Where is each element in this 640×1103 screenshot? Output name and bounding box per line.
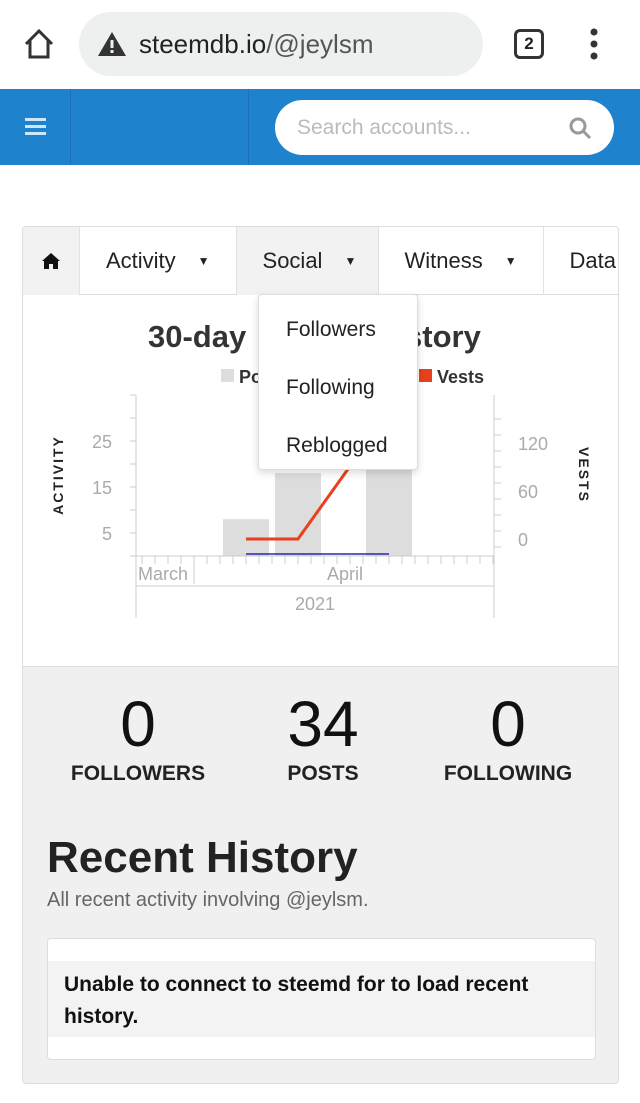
- search-input[interactable]: Search accounts...: [275, 100, 614, 155]
- stat-followers[interactable]: 0 FOLLOWERS: [48, 692, 228, 786]
- y-axis-label: ACTIVITY: [50, 435, 66, 515]
- chart-title-left: 30-day: [148, 319, 247, 354]
- stat-value: 34: [287, 688, 359, 760]
- url-domain: steemdb.io: [139, 28, 267, 59]
- menu-social[interactable]: Social ▼: [236, 227, 379, 295]
- stat-label: FOLLOWERS: [70, 762, 206, 785]
- menu-witness[interactable]: Witness ▼: [379, 227, 544, 295]
- search-placeholder: Search accounts...: [297, 115, 471, 139]
- browser-toolbar: steemdb.io/@jeylsm 2: [0, 0, 640, 88]
- url-bar[interactable]: steemdb.io/@jeylsm: [79, 12, 483, 76]
- caret-down-icon: ▼: [197, 254, 210, 268]
- caret-down-icon: ▼: [344, 254, 357, 268]
- x-month-label: April: [327, 564, 363, 584]
- x-month-label: March: [138, 564, 188, 584]
- stat-label: POSTS: [287, 762, 359, 785]
- y-tick-label: 25: [92, 432, 112, 452]
- dropdown-item-followers[interactable]: Followers: [259, 301, 417, 359]
- y-tick-label: 15: [92, 478, 112, 498]
- menu-activity[interactable]: Activity ▼: [80, 227, 237, 295]
- social-dropdown: Followers Following Reblogged: [258, 294, 418, 470]
- menu-data[interactable]: Data: [544, 227, 618, 295]
- home-icon: [41, 253, 60, 269]
- caret-down-icon: ▼: [504, 254, 517, 268]
- warning-icon[interactable]: [97, 31, 127, 57]
- dropdown-item-reblogged[interactable]: Reblogged: [259, 417, 417, 475]
- stat-posts[interactable]: 34 POSTS: [233, 692, 413, 786]
- account-menu: Activity ▼ Social ▼ Witness ▼ Data: [23, 227, 618, 295]
- y-tick-label: 5: [102, 524, 112, 544]
- recent-history-subtitle: All recent activity involving @jeylsm.: [47, 889, 369, 911]
- menu-label: Activity: [105, 248, 176, 273]
- menu-label: Witness: [404, 248, 483, 273]
- stats-row: 0 FOLLOWERS 34 POSTS 0 FOLLOWING: [48, 692, 598, 786]
- stat-value: 0: [120, 688, 156, 760]
- y2-tick-label: 60: [518, 482, 538, 502]
- search-icon[interactable]: [568, 116, 592, 140]
- recent-history-title: Recent History: [47, 833, 358, 882]
- y2-axis-label: VESTS: [576, 447, 592, 503]
- menu-label: Social: [262, 248, 323, 273]
- y2-tick-label: 0: [518, 530, 528, 550]
- recent-history-panel: Unable to connect to steemd for to load …: [47, 938, 596, 1060]
- more-options-icon[interactable]: [588, 28, 600, 60]
- hamburger-menu-icon[interactable]: [25, 118, 46, 136]
- error-message: Unable to connect to steemd for to load …: [48, 961, 595, 1037]
- home-icon[interactable]: [22, 27, 56, 61]
- x-year-label: 2021: [295, 594, 335, 614]
- legend-swatch-vests: [419, 369, 432, 382]
- stat-label: FOLLOWING: [443, 762, 573, 785]
- legend-label-vests: Vests: [437, 367, 484, 387]
- bar: [366, 464, 412, 556]
- stat-value: 0: [490, 688, 526, 760]
- menu-home[interactable]: [23, 227, 80, 295]
- menu-label: Data: [569, 248, 616, 273]
- dropdown-item-following[interactable]: Following: [259, 359, 417, 417]
- tab-switcher-button[interactable]: 2: [514, 29, 544, 59]
- legend-swatch-posts: [221, 369, 234, 382]
- y2-tick-label: 120: [518, 434, 548, 454]
- stat-following[interactable]: 0 FOLLOWING: [418, 692, 598, 786]
- url-path: /@jeylsm: [266, 28, 374, 59]
